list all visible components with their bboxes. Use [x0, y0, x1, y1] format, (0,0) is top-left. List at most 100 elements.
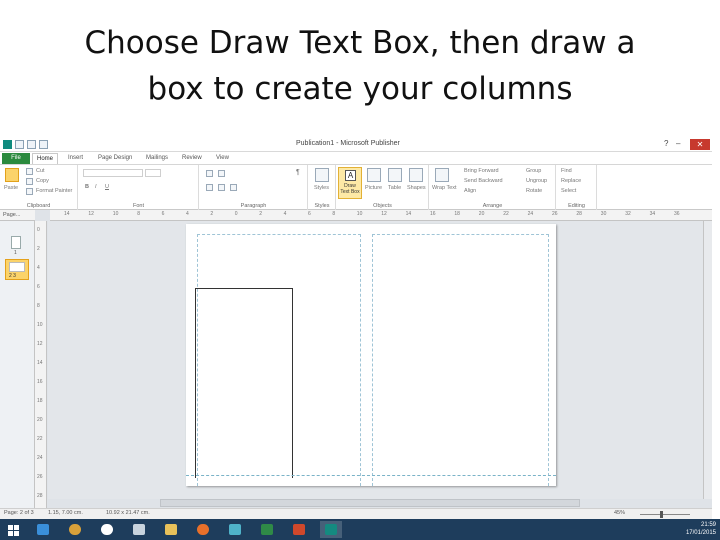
excel-icon[interactable]	[256, 521, 278, 538]
close-button[interactable]: ✕	[690, 139, 710, 150]
format-painter-button[interactable]: Format Painter	[36, 188, 72, 194]
table-button[interactable]: Table	[388, 185, 401, 191]
page-thumbnail-2-3-number: 2 3	[9, 273, 16, 279]
cut-button[interactable]: Cut	[36, 168, 45, 174]
publication-page[interactable]	[186, 224, 556, 486]
font-name-select[interactable]	[83, 169, 143, 177]
save-icon[interactable]	[15, 140, 24, 149]
ruler-tick-label: 22	[37, 436, 43, 442]
tab-home[interactable]: Home	[32, 153, 59, 164]
margin-guide-right	[548, 234, 549, 486]
thumbnail-preview	[9, 262, 25, 272]
styles-button[interactable]: Styles	[314, 185, 329, 191]
align-left-icon[interactable]	[206, 184, 213, 191]
zoom-slider-handle[interactable]	[660, 511, 663, 518]
underline-button[interactable]: U	[105, 184, 109, 190]
drawn-text-box[interactable]	[195, 288, 293, 478]
tab-review[interactable]: Review	[178, 153, 206, 164]
paste-icon[interactable]	[5, 168, 19, 182]
replace-button[interactable]: Replace	[561, 178, 581, 184]
shapes-button[interactable]: Shapes	[407, 185, 426, 191]
notes-icon[interactable]	[224, 521, 246, 538]
select-button[interactable]: Select	[561, 188, 576, 194]
ruler-tick-label: 30	[600, 211, 607, 217]
vertical-scrollbar[interactable]	[703, 221, 712, 499]
tab-view[interactable]: View	[212, 153, 233, 164]
ruler-tick-label: 0	[234, 211, 238, 217]
bring-forward-button[interactable]: Bring Forward	[464, 168, 499, 174]
status-page[interactable]: Page: 2 of 3	[4, 510, 34, 516]
ruler-tick-label: 18	[37, 398, 43, 404]
picture-button[interactable]: Picture	[365, 185, 382, 191]
italic-button[interactable]: I	[95, 184, 97, 190]
tab-mailings[interactable]: Mailings	[142, 153, 172, 164]
font-size-select[interactable]	[145, 169, 161, 177]
pages-pane-header: Page...	[0, 210, 35, 221]
minimize-button[interactable]: –	[676, 139, 680, 148]
editing-label: Editing	[568, 203, 585, 209]
tab-insert[interactable]: Insert	[64, 153, 87, 164]
paste-button[interactable]: Paste	[4, 185, 18, 191]
ruler-tick-label: 10	[356, 211, 363, 217]
ruler-tick-label: 6	[37, 284, 40, 290]
bullets-icon[interactable]	[206, 170, 213, 177]
bold-button[interactable]: B	[85, 184, 89, 190]
group-button[interactable]: Group	[526, 168, 541, 174]
find-button[interactable]: Find	[561, 168, 572, 174]
firefox-icon[interactable]	[192, 521, 214, 538]
status-size: 10.92 x 21.47 cm.	[106, 510, 150, 516]
paragraph-label: Paragraph	[240, 203, 267, 209]
title-bar: Publication1 - Microsoft Publisher ? – ✕	[0, 138, 712, 152]
margin-guide-center-left	[360, 234, 361, 486]
horizontal-ruler[interactable]: 14 12 10 8 6 4 2 0 2 4 6 8 10 12 14 16 18 20 22 24 26 28 30 32 3…	[50, 210, 712, 221]
internet-explorer-icon[interactable]	[32, 521, 54, 538]
help-icon[interactable]: ?	[664, 139, 668, 148]
table-icon	[388, 168, 402, 182]
ruler-tick-label: 2	[210, 211, 214, 217]
send-backward-button[interactable]: Send Backward	[464, 178, 503, 184]
ruler-tick-label: 12	[381, 211, 387, 217]
redo-icon[interactable]	[39, 140, 48, 149]
ruler-tick-label: 12	[37, 341, 43, 347]
vertical-ruler[interactable]: 0 2 4 6 8 10 12 14 16 18 20 22 24 26 28	[35, 221, 47, 511]
file-explorer-icon[interactable]	[160, 521, 182, 538]
ruler-tick-label: 14	[37, 360, 43, 366]
tab-page-design[interactable]: Page Design	[94, 153, 136, 164]
ungroup-button[interactable]: Ungroup	[526, 178, 547, 184]
ruler-tick-label: 4	[283, 211, 287, 217]
tab-file[interactable]: File	[2, 153, 30, 164]
wrap-text-button[interactable]: Wrap Text	[432, 185, 457, 191]
objects-label: Objects	[373, 203, 392, 209]
publisher-taskbar-icon[interactable]	[320, 521, 342, 538]
draw-text-box-button[interactable]: A Draw Text Box	[338, 167, 362, 199]
copy-button[interactable]: Copy	[36, 178, 49, 184]
page-thumbnail-1-number: 1	[14, 250, 17, 256]
wrap-text-icon	[435, 168, 449, 182]
page-thumbnail-1[interactable]	[11, 236, 21, 249]
hp-icon[interactable]	[96, 521, 118, 538]
start-button[interactable]	[2, 521, 24, 538]
page-thumbnail-2-3[interactable]: 2 3	[5, 259, 29, 280]
numbering-icon[interactable]	[218, 170, 225, 177]
ruler-tick-label: 10	[37, 322, 43, 328]
powerpoint-icon[interactable]	[288, 521, 310, 538]
ruler-tick-label: 24	[527, 211, 534, 217]
status-bar: Page: 2 of 3 1.15, 7.00 cm. 10.92 x 21.4…	[0, 508, 712, 519]
pilcrow-icon[interactable]: ¶	[296, 169, 300, 176]
align-button[interactable]: Align	[464, 188, 476, 194]
zoom-slider[interactable]	[640, 514, 690, 515]
ruler-tick-label: 8	[332, 211, 336, 217]
shapes-icon	[409, 168, 423, 182]
chrome-icon[interactable]	[64, 521, 86, 538]
ruler-tick-label: 16	[37, 379, 43, 385]
arrange-label: Arrange	[482, 203, 503, 209]
system-clock[interactable]: 21:59 17/01/2015	[686, 521, 716, 537]
align-right-icon[interactable]	[230, 184, 237, 191]
window-title: Publication1 - Microsoft Publisher	[296, 140, 400, 147]
horizontal-scrollbar[interactable]	[160, 499, 580, 507]
undo-icon[interactable]	[27, 140, 36, 149]
center-icon[interactable]	[218, 184, 225, 191]
ruler-tick-label: 22	[503, 211, 509, 217]
calculator-icon[interactable]	[128, 521, 150, 538]
rotate-button[interactable]: Rotate	[526, 188, 542, 194]
